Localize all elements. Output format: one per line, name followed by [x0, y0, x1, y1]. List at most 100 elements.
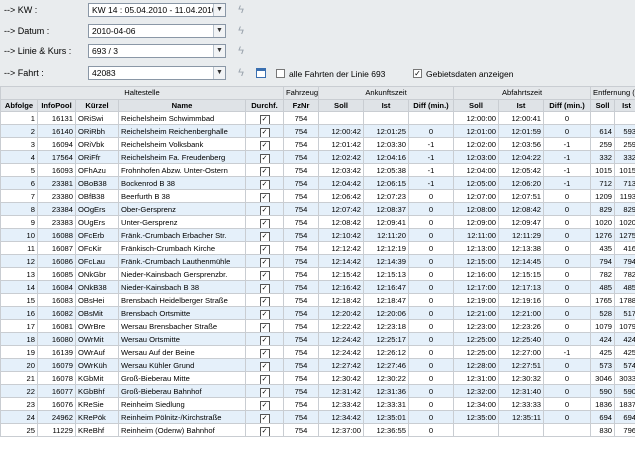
table-row[interactable]: 17 16081 OWrBre Wersau Brensbacher Straße ✓ 7… [0, 319, 635, 334]
col-header-ankunft-ist[interactable]: Ist [363, 98, 409, 113]
col-header-infopool[interactable]: InfoPool [37, 98, 76, 113]
ankunft-diff-cell: -1 [407, 137, 455, 152]
chevron-down-icon[interactable]: ▼ [213, 45, 225, 57]
abfahrt-soll-cell: 12:25:00 [453, 332, 500, 347]
durchfahrt-checkbox[interactable]: ✓ [259, 375, 270, 384]
table-row[interactable]: 6 23381 OBoB38 Bockenrod B 38 ✓ 754 12:04:42 12… [0, 176, 635, 191]
table-row[interactable]: 8 23384 OOgErs Ober-Gersprenz ✓ 754 12:07:42 12… [0, 202, 635, 217]
durchfahrt-checkbox[interactable]: ✓ [259, 258, 270, 267]
table-row[interactable]: 18 16080 OWrMit Wersau Ortsmitte ✓ 754 12:24:4… [0, 332, 635, 347]
durchfahrt-checkbox[interactable]: ✓ [259, 297, 270, 306]
col-header-entf-ist[interactable]: Ist [614, 98, 635, 113]
lightning-icon[interactable]: ϟ [236, 24, 246, 38]
col-header-kuerzel[interactable]: Kürzel [75, 98, 119, 113]
durchfahrt-checkbox[interactable]: ✓ [259, 349, 270, 358]
col-header-fznr[interactable]: FzNr [283, 98, 319, 113]
kuerzel-cell: OUgErs [75, 215, 119, 230]
table-row[interactable]: 7 23380 OBfB38 Beerfurth B 38 ✓ 754 12:06:42 12… [0, 189, 635, 204]
col-header-abfahrt-soll[interactable]: Soll [453, 98, 500, 113]
table-row[interactable]: 11 16087 OFcKir Fränkisch-Crumbach Kirche ✓ 7… [0, 241, 635, 256]
ankunft-soll-cell: 12:24:42 [318, 345, 364, 360]
table-row[interactable]: 1 16131 ORiSwi Reichelsheim Schwimmbad ✓ 754 1… [0, 111, 635, 126]
lightning-icon[interactable]: ϟ [236, 3, 246, 17]
col-header-name[interactable]: Name [118, 98, 246, 113]
durchfahrt-cell: ✓ [245, 345, 284, 360]
lightning-icon[interactable]: ϟ [236, 66, 246, 80]
durchfahrt-checkbox[interactable]: ✓ [259, 193, 270, 202]
chevron-down-icon[interactable]: ▼ [213, 25, 225, 37]
durchfahrt-checkbox[interactable]: ✓ [259, 388, 270, 397]
datum-select[interactable]: 2010-04-06 ▼ [88, 24, 226, 38]
ankunft-soll-cell: 12:06:42 [318, 189, 364, 204]
lightning-icon[interactable]: ϟ [236, 44, 246, 58]
chevron-down-icon[interactable]: ▼ [213, 67, 225, 79]
chevron-down-icon[interactable]: ▼ [213, 4, 225, 16]
table-row[interactable]: 24 24962 KRePök Reinheim Pölnitz-/Kirchstra… [0, 410, 635, 425]
durchfahrt-checkbox[interactable]: ✓ [259, 323, 270, 332]
table-row[interactable]: 13 16085 ONkGbr Nieder-Kainsbach Gersprenzb… [0, 267, 635, 282]
durchfahrt-checkbox[interactable]: ✓ [259, 271, 270, 280]
table-row[interactable]: 15 16083 OBsHei Brensbach Heidelberger Stra… [0, 293, 635, 308]
col-header-durchf[interactable]: Durchf. [245, 98, 284, 113]
infopool-cell: 23381 [37, 176, 76, 191]
table-row[interactable]: 5 16093 OFhAzu Frohnhofen Abzw. Unter-Oster… [0, 163, 635, 178]
table-row[interactable]: 2 16140 ORiRbh Reichelsheim Reichenberghall… [0, 124, 635, 139]
kw-select[interactable]: KW 14 : 05.04.2010 - 11.04.2010 ▼ [88, 3, 226, 17]
linie-select[interactable]: 693 / 3 ▼ [88, 44, 226, 58]
table-row[interactable]: 25 11229 KReBhf Reinheim (Odenw) Bahnhof ✓ 75… [0, 423, 635, 438]
durchfahrt-cell: ✓ [245, 267, 284, 282]
linie-label: --> Linie & Kurs : [4, 46, 72, 56]
gebietsdaten-checkbox[interactable]: ✓ [413, 69, 422, 78]
durchfahrt-checkbox[interactable]: ✓ [259, 401, 270, 410]
durchfahrt-checkbox[interactable]: ✓ [259, 206, 270, 215]
durchfahrt-checkbox[interactable]: ✓ [259, 427, 270, 436]
durchfahrt-checkbox[interactable]: ✓ [259, 141, 270, 150]
alle-fahrten-checkbox[interactable] [276, 69, 285, 78]
durchfahrt-checkbox[interactable]: ✓ [259, 310, 270, 319]
table-row[interactable]: 10 16088 OFcErb Fränk.-Crumbach Erbacher St… [0, 228, 635, 243]
table-row[interactable]: 9 23383 OUgErs Unter-Gersprenz ✓ 754 12:08:42 1… [0, 215, 635, 230]
durchfahrt-checkbox[interactable]: ✓ [259, 128, 270, 137]
ankunft-ist-cell: 12:33:31 [363, 397, 409, 412]
durchfahrt-checkbox[interactable]: ✓ [259, 180, 270, 189]
durchfahrt-checkbox[interactable]: ✓ [259, 414, 270, 423]
table-row[interactable]: 21 16078 KGbMit Groß-Bieberau Mitte ✓ 754 12:3… [0, 371, 635, 386]
col-header-abfahrt-diff[interactable]: Diff (min.) [543, 98, 592, 113]
table-row[interactable]: 12 16086 OFcLau Fränk.-Crumbach Lauthenmühl… [0, 254, 635, 269]
table-row[interactable]: 22 16077 KGbBhf Groß-Bieberau Bahnhof ✓ 754 12… [0, 384, 635, 399]
abfahrt-ist-cell: 12:21:00 [498, 306, 545, 321]
col-header-abfahrt-ist[interactable]: Ist [498, 98, 545, 113]
calendar-icon[interactable] [256, 68, 266, 78]
fznr-cell: 754 [283, 202, 319, 217]
col-header-entf-soll[interactable]: Soll [590, 98, 616, 113]
durchfahrt-checkbox[interactable]: ✓ [259, 115, 270, 124]
abfahrt-ist-cell: 12:25:40 [498, 332, 545, 347]
durchfahrt-checkbox[interactable]: ✓ [259, 219, 270, 228]
kuerzel-cell: OWrMit [75, 332, 119, 347]
infopool-cell: 16083 [37, 293, 76, 308]
durchfahrt-checkbox[interactable]: ✓ [259, 336, 270, 345]
table-row[interactable]: 19 16139 OWrAuf Wersau Auf der Beine ✓ 754 12:… [0, 345, 635, 360]
table-row[interactable]: 16 16082 OBsMit Brensbach Ortsmitte ✓ 754 12:2… [0, 306, 635, 321]
ankunft-ist-cell: 12:05:38 [363, 163, 409, 178]
durchfahrt-cell: ✓ [245, 306, 284, 321]
durchfahrt-checkbox[interactable]: ✓ [259, 167, 270, 176]
fahrt-select[interactable]: 42083 ▼ [88, 66, 226, 80]
table-row[interactable]: 20 16079 OWrKüh Wersau Kühler Grund ✓ 754 12:2… [0, 358, 635, 373]
table-row[interactable]: 3 16094 ORiVbk Reichelsheim Volksbank ✓ 754 12… [0, 137, 635, 152]
col-header-abfolge[interactable]: Abfolge [0, 98, 38, 113]
table-row[interactable]: 4 17564 ORiFfr Reichelsheim Fa. Freudenberg… [0, 150, 635, 165]
col-header-ankunft-diff[interactable]: Diff (min.) [407, 98, 455, 113]
name-cell: Reinheim Pölnitz-/Kirchstraße [118, 410, 246, 425]
entf-soll-cell: 3046 [590, 371, 616, 386]
durchfahrt-checkbox[interactable]: ✓ [259, 284, 270, 293]
durchfahrt-checkbox[interactable]: ✓ [259, 245, 270, 254]
table-row[interactable]: 23 16076 KReSie Reinheim Siedlung ✓ 754 12:33:… [0, 397, 635, 412]
table-row[interactable]: 14 16084 ONkB38 Nieder-Kainsbach B 38 ✓ 754 12… [0, 280, 635, 295]
entf-ist-cell: 332 [614, 150, 635, 165]
fznr-cell: 754 [283, 124, 319, 139]
durchfahrt-checkbox[interactable]: ✓ [259, 362, 270, 371]
durchfahrt-checkbox[interactable]: ✓ [259, 154, 270, 163]
durchfahrt-checkbox[interactable]: ✓ [259, 232, 270, 241]
col-header-ankunft-soll[interactable]: Soll [318, 98, 364, 113]
